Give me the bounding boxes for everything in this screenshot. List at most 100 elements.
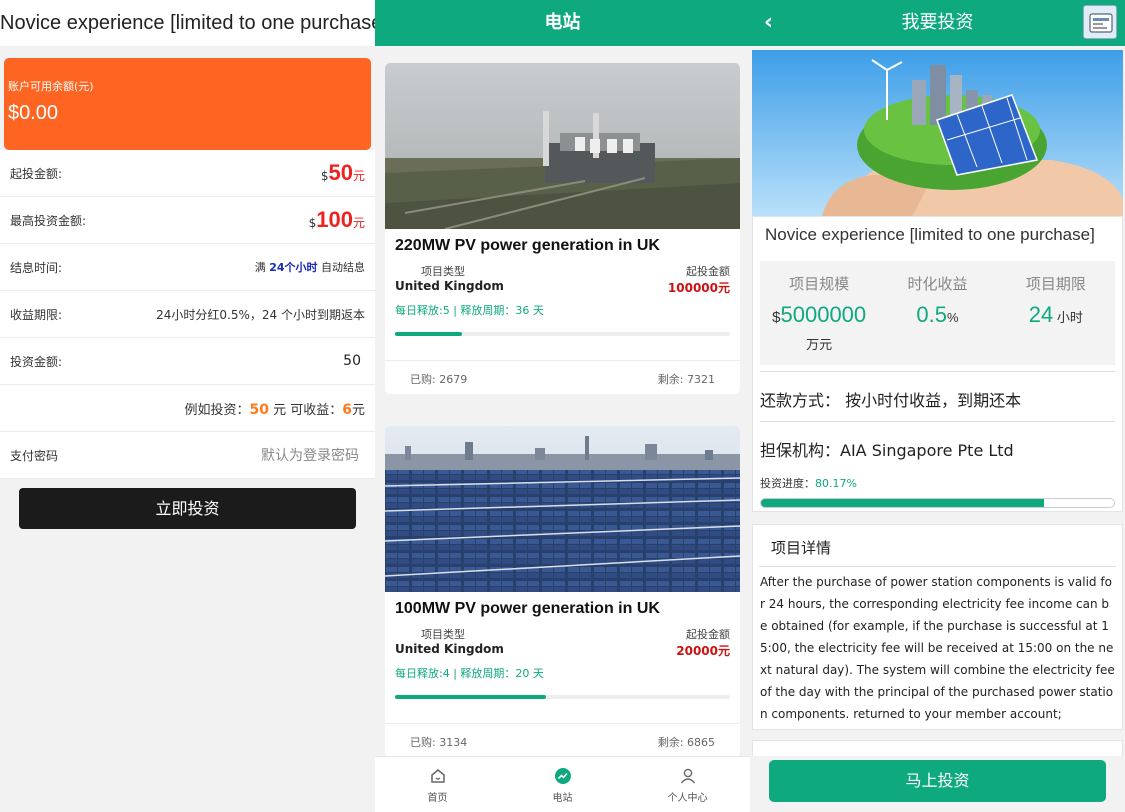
progress-value: 80.17% <box>815 477 857 490</box>
balance-card: 账户可用余额(元) $0.00 <box>4 58 371 150</box>
example-pre: 例如投资： <box>184 402 250 418</box>
invest-go-button[interactable]: 马上投资 <box>769 760 1106 802</box>
term-value: 24 <box>1028 302 1054 327</box>
min-invest-label: 起投金额 <box>686 628 730 641</box>
guarantor-label: 担保机构： <box>760 441 841 460</box>
invest-now-button[interactable]: 立即投资 <box>19 488 356 529</box>
pay-password-row[interactable]: 支付密码 默认为登录密码 <box>0 432 375 479</box>
term-label: 项目期限 <box>1025 275 1086 293</box>
detail-header: ‹ 我要投资 <box>750 0 1125 46</box>
example-earn: 6 <box>342 401 352 418</box>
max-amount-value: 100 <box>316 207 353 232</box>
stat-scale: 项目规模 $5000000 万元 <box>760 261 878 365</box>
invest-amount-input[interactable]: 50 <box>343 353 361 369</box>
invest-amount-label: 投资金额: <box>10 354 63 369</box>
remaining-count: 剩余: 6865 <box>657 736 715 749</box>
yield-label: 时化收益 <box>907 275 968 293</box>
station-title: 电站 <box>375 0 750 46</box>
max-amount-unit: 元 <box>352 216 365 230</box>
settle-hours: 24个小时 <box>269 261 318 274</box>
station-counts: 已购: 2679 剩余: 7321 <box>385 360 740 394</box>
station-counts: 已购: 3134 剩余: 6865 <box>385 723 740 757</box>
pay-password-label: 支付密码 <box>10 448 59 463</box>
progress-label: 投资进度：80.17% <box>760 475 857 491</box>
example-row: 例如投资：50 元 可收益：6元 <box>0 385 375 432</box>
tab-home[interactable]: 首页 <box>375 757 500 812</box>
settle-pre: 满 <box>254 261 270 274</box>
action-bar: 马上投资 <box>750 756 1125 812</box>
min-amount-unit: 元 <box>352 169 365 183</box>
balance-value: $0.00 <box>8 102 59 124</box>
yield-value: 0.5 <box>916 302 947 327</box>
invest-form-panel: Novice experience [limited to one purcha… <box>0 0 375 812</box>
example-unit: 元 <box>351 402 365 418</box>
repay-label: 还款方式： <box>760 391 841 410</box>
type-label: 项目类型 <box>421 265 465 278</box>
avatar[interactable] <box>1083 5 1117 39</box>
income-period-row: 收益期限: 24小时分红0.5%，24 个小时到期返本 <box>0 291 375 338</box>
divider <box>760 421 1115 422</box>
settle-time-label: 结息时间: <box>10 260 63 275</box>
solar-farm-image <box>385 426 740 592</box>
invest-detail-panel: ‹ 我要投资 Novice experience [limited to one… <box>750 0 1125 812</box>
income-period-value: 24小时分红0.5%，24 个小时到期返本 <box>156 307 365 322</box>
station-title-1: 220MW PV power generation in UK <box>395 237 660 254</box>
station-progress-bar <box>395 332 730 336</box>
invest-progress-fill <box>761 499 1044 507</box>
project-name: Novice experience [limited to one purcha… <box>765 225 1095 244</box>
station-meta-2: 项目类型 United Kingdom 起投金额 20000元 <box>385 618 740 659</box>
details-title: 项目详情 <box>759 525 1116 567</box>
settle-post: 自动结息 <box>317 261 365 274</box>
tab-profile-label: 个人中心 <box>667 792 708 804</box>
min-invest-value: 100000元 <box>667 281 730 295</box>
page-title: Novice experience [limited to one purcha… <box>0 0 375 46</box>
max-amount-row: 最高投资金额: $100元 <box>0 197 375 244</box>
bought-count: 已购: 3134 <box>410 736 468 749</box>
tab-station[interactable]: 电站 <box>500 757 625 812</box>
type-label: 项目类型 <box>421 628 465 641</box>
release-info: 每日释放:5 | 释放周期：36 天 <box>395 304 544 317</box>
details-body: After the purchase of power station comp… <box>760 575 1115 721</box>
project-stats: 项目规模 $5000000 万元 时化收益 0.5% 项目期限 24 小时 <box>760 261 1115 365</box>
invest-info-list: 起投金额: $50元 最高投资金额: $100元 结息时间: 满 24个小时 自… <box>0 150 375 479</box>
invest-amount-row[interactable]: 投资金额: 50 <box>0 338 375 385</box>
station-card-2[interactable]: 100MW PV power generation in UK 项目类型 Unit… <box>385 426 740 757</box>
station-progress-bar <box>395 695 730 699</box>
progress-fill <box>395 332 462 336</box>
repay-value: 按小时付收益，到期还本 <box>845 391 1022 410</box>
tab-profile[interactable]: 个人中心 <box>625 757 750 812</box>
user-icon <box>678 766 698 786</box>
station-card-1[interactable]: 220MW PV power generation in UK 项目类型 Unit… <box>385 63 740 394</box>
stat-term: 项目期限 24 小时 <box>997 261 1115 365</box>
project-details: 项目详情 After the purchase of power station… <box>752 524 1123 730</box>
guarantor: 担保机构：AIA Singapore Pte Ltd <box>760 437 1014 461</box>
scale-unit: 万元 <box>806 338 833 353</box>
back-icon[interactable]: ‹ <box>764 10 773 35</box>
max-amount-label: 最高投资金额: <box>10 213 87 228</box>
station-meta-1: 项目类型 United Kingdom 起投金额 100000元 <box>385 255 740 296</box>
example-mid: 元 可收益： <box>268 402 343 418</box>
type-value: United Kingdom <box>395 642 504 656</box>
tab-station-label: 电站 <box>552 792 573 804</box>
scale-label: 项目规模 <box>789 275 850 293</box>
guarantor-value: AIA Singapore Pte Ltd <box>840 441 1014 460</box>
stat-yield: 时化收益 0.5% <box>878 261 996 365</box>
divider <box>760 371 1115 372</box>
invest-progress-bar <box>760 498 1115 508</box>
bottom-tab-bar: 首页 电站 个人中心 <box>375 756 750 812</box>
hero-image <box>752 50 1123 216</box>
page-title-text: Novice experience [limited to one purcha… <box>0 12 375 34</box>
detail-title: 我要投资 <box>901 12 974 33</box>
income-period-label: 收益期限: <box>10 307 63 322</box>
min-amount-value: 50 <box>328 160 353 185</box>
pay-password-input[interactable]: 默认为登录密码 <box>261 445 359 465</box>
term-unit: 小时 <box>1053 310 1083 325</box>
min-invest-label: 起投金额 <box>686 265 730 278</box>
home-icon <box>428 766 448 786</box>
yield-unit: % <box>947 310 959 325</box>
min-amount-currency: $ <box>320 169 329 183</box>
min-invest-value: 20000元 <box>676 644 730 658</box>
settle-time-row: 结息时间: 满 24个小时 自动结息 <box>0 244 375 291</box>
progress-label-text: 投资进度： <box>760 477 815 490</box>
tab-home-label: 首页 <box>427 792 448 804</box>
